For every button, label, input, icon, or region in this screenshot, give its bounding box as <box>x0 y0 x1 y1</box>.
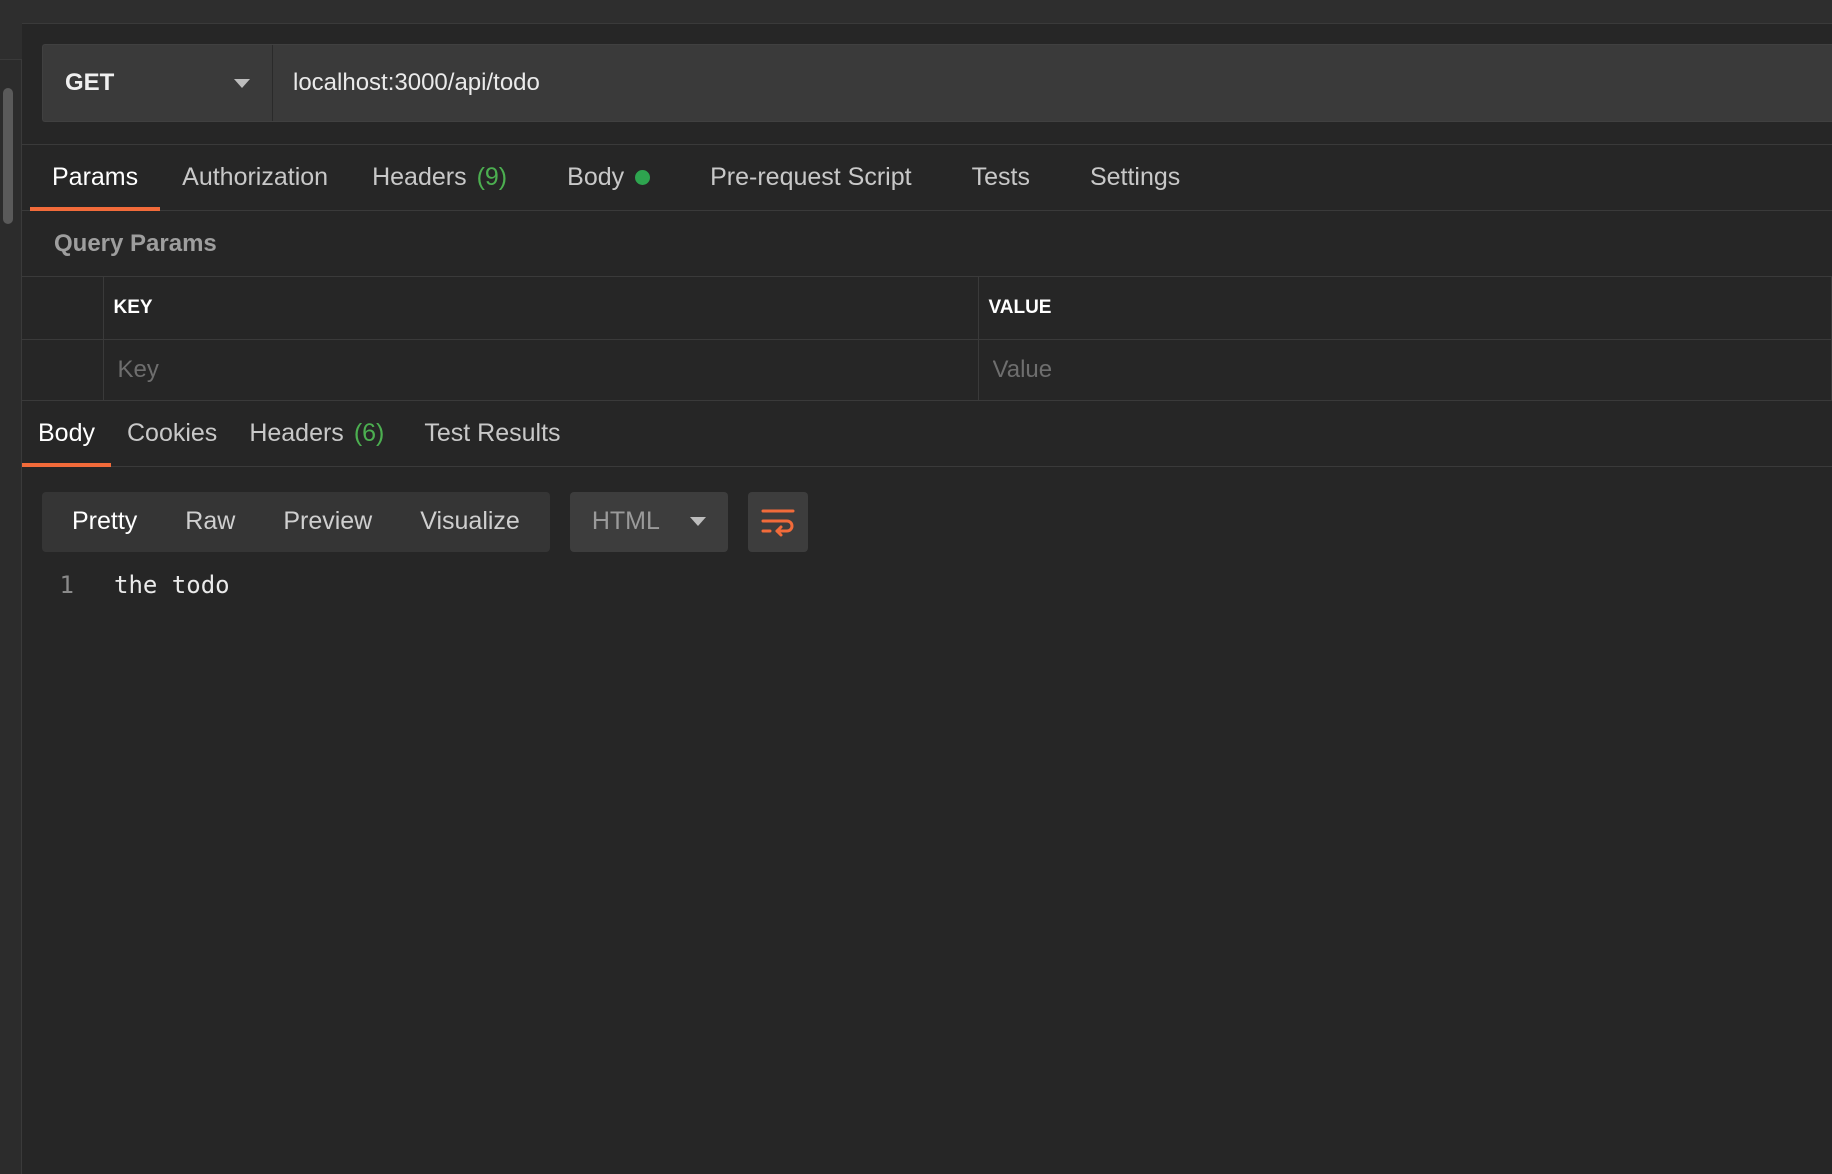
headers-count: (9) <box>476 163 508 191</box>
format-label: HTML <box>591 507 660 535</box>
app-window: GET Params Authorization Headers (9) Bod… <box>0 0 1832 1174</box>
row-checkbox-cell <box>22 339 104 401</box>
line-number: 1 <box>59 570 74 599</box>
response-tabs: Body Cookies Headers (6) Test Results <box>22 401 1832 467</box>
key-input[interactable] <box>113 355 978 384</box>
tab-params[interactable]: Params <box>30 145 161 211</box>
view-mode-group: Pretty Raw Preview Visualize <box>42 491 550 552</box>
tab-response-headers[interactable]: Headers (6) <box>233 401 400 466</box>
response-body-editor[interactable]: 1 the todo <box>22 557 1832 599</box>
pretty-button[interactable]: Pretty <box>48 507 161 536</box>
method-select[interactable]: GET <box>43 45 273 121</box>
query-params-title: Query Params <box>22 211 1832 277</box>
tab-body[interactable]: Body <box>529 145 672 210</box>
tab-label: Authorization <box>182 163 329 191</box>
value-cell <box>978 339 1832 401</box>
tab-settings[interactable]: Settings <box>1052 145 1202 210</box>
tab-label: Test Results <box>424 418 561 447</box>
response-headers-count: (6) <box>353 418 385 447</box>
wrap-lines-icon <box>761 509 795 536</box>
value-input[interactable] <box>988 355 1831 384</box>
tab-label: Headers <box>249 418 344 447</box>
tab-label: Body <box>567 163 625 191</box>
tab-label: Cookies <box>126 418 218 447</box>
visualize-button[interactable]: Visualize <box>396 507 544 536</box>
value-column-header: VALUE <box>978 277 1832 340</box>
chevron-down-icon <box>234 78 250 88</box>
tab-tests[interactable]: Tests <box>934 145 1052 210</box>
status-dot-icon <box>635 170 651 185</box>
response-toolbar: Pretty Raw Preview Visualize HTML <box>22 467 1832 557</box>
url-bar: GET <box>42 44 1832 122</box>
preview-button[interactable]: Preview <box>259 507 396 536</box>
code-line: the todo <box>114 570 230 599</box>
tab-label: Settings <box>1089 163 1181 191</box>
tab-test-results[interactable]: Test Results <box>400 401 576 466</box>
tab-response-body[interactable]: Body <box>22 401 111 467</box>
wrap-lines-button[interactable] <box>747 491 808 552</box>
tab-authorization[interactable]: Authorization <box>160 145 350 210</box>
table-row <box>22 339 1832 401</box>
method-label: GET <box>65 69 115 96</box>
params-table: KEY VALUE <box>22 277 1832 401</box>
main-panel: GET Params Authorization Headers (9) Bod… <box>22 0 1832 1174</box>
key-column-header: KEY <box>103 277 979 340</box>
tab-label: Tests <box>971 163 1030 191</box>
gutter-header <box>0 0 22 60</box>
url-input[interactable] <box>273 45 1832 121</box>
tab-label: Body <box>38 418 95 447</box>
tab-label: Pre-request Script <box>710 163 912 191</box>
left-gutter <box>0 0 22 1174</box>
request-bar: GET <box>22 24 1832 145</box>
raw-button[interactable]: Raw <box>161 507 259 536</box>
checkbox-column-header <box>22 277 104 340</box>
tab-cookies[interactable]: Cookies <box>111 401 233 466</box>
key-cell <box>103 339 979 401</box>
tab-label: Headers <box>372 163 467 191</box>
chevron-down-icon <box>689 517 706 526</box>
tab-pre-request-script[interactable]: Pre-request Script <box>672 145 933 210</box>
scrollbar-thumb[interactable] <box>3 88 13 224</box>
table-header-row: KEY VALUE <box>22 277 1832 340</box>
format-select[interactable]: HTML <box>569 491 728 552</box>
request-tabs: Params Authorization Headers (9) Body Pr… <box>22 145 1832 211</box>
top-bar <box>22 0 1832 24</box>
tab-label: Params <box>52 163 139 191</box>
tab-headers[interactable]: Headers (9) <box>350 145 529 210</box>
